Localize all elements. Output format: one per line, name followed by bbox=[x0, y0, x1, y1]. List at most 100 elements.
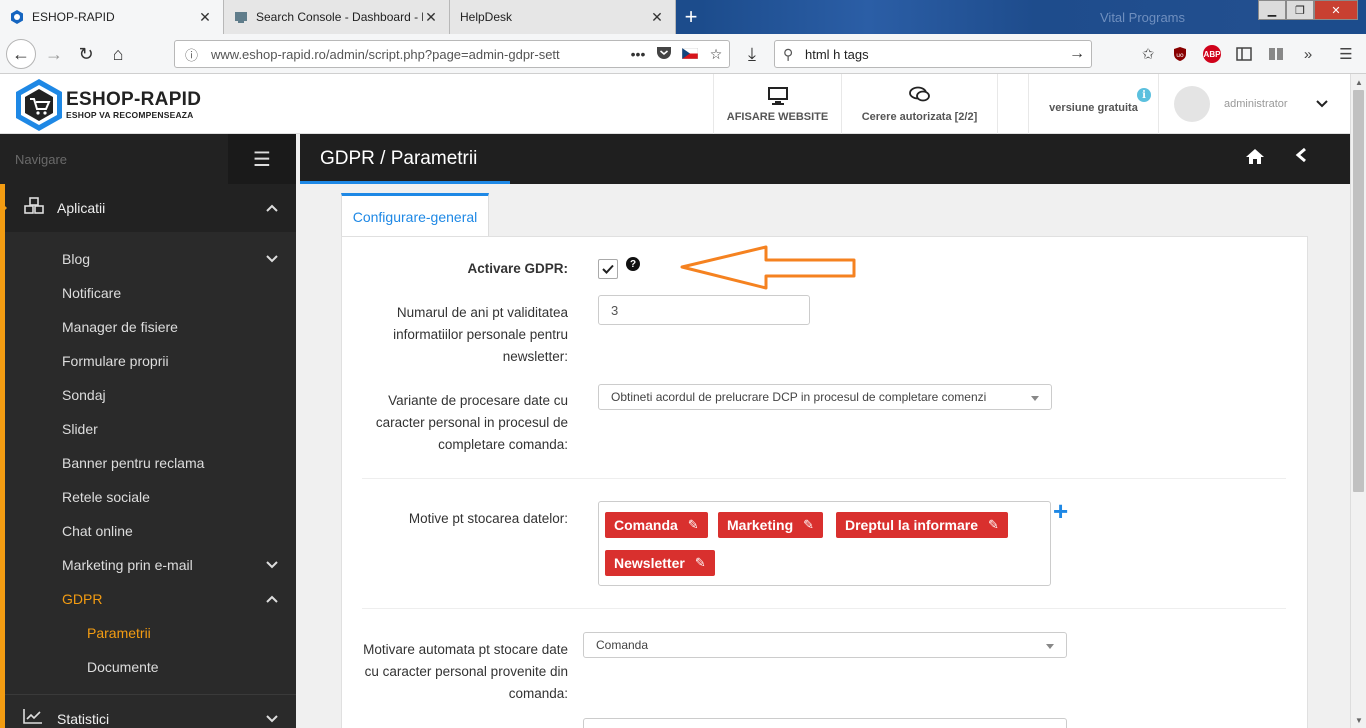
page-scrollbar[interactable]: ▲ ▼ bbox=[1350, 74, 1366, 728]
username: administrator bbox=[1224, 98, 1288, 110]
storage-reasons-tagbox[interactable]: Comanda ✎ Marketing ✎ Dreptul la informa… bbox=[598, 501, 1051, 586]
caret-down-icon bbox=[1046, 644, 1054, 649]
reason-tag[interactable]: Dreptul la informare ✎ bbox=[836, 512, 1008, 538]
forward-arrow-icon[interactable]: → bbox=[40, 40, 68, 68]
tab-general-config[interactable]: Configurare-general bbox=[341, 193, 489, 237]
maximize-icon[interactable]: ❐ bbox=[1286, 0, 1314, 20]
select-value: Obtineti acordul de prelucrare DCP in pr… bbox=[611, 390, 987, 404]
site-info-icon[interactable]: ⓘ bbox=[185, 45, 201, 64]
sidebar-item-label: Banner pentru reclama bbox=[62, 455, 205, 471]
activate-gdpr-checkbox[interactable] bbox=[598, 259, 618, 279]
browser-tab-helpdesk[interactable]: HelpDesk ✕ bbox=[450, 0, 676, 34]
pencil-icon[interactable]: ✎ bbox=[688, 517, 699, 533]
download-icon[interactable]: ⤓ bbox=[738, 40, 766, 68]
logo[interactable]: ESHOP-RAPID ESHOP VA RECOMPENSEAZA bbox=[14, 78, 201, 132]
app-header: ESHOP-RAPID ESHOP VA RECOMPENSEAZA AFISA… bbox=[0, 74, 1350, 134]
version-box: versiune gratuita i bbox=[1028, 74, 1158, 134]
hamburger-icon[interactable]: ☰ bbox=[228, 134, 296, 184]
eshop-favicon-icon bbox=[10, 10, 24, 24]
processing-variants-select[interactable]: Obtineti acordul de prelucrare DCP in pr… bbox=[598, 384, 1052, 410]
reason-tag[interactable]: Comanda ✎ bbox=[605, 512, 708, 538]
sidebar-item-chat-online[interactable]: Chat online bbox=[62, 514, 296, 548]
home-icon[interactable]: ⌂ bbox=[104, 40, 132, 68]
sidebar-toggle-icon[interactable] bbox=[1232, 42, 1256, 66]
reason-tag[interactable]: Newsletter ✎ bbox=[605, 550, 715, 576]
close-icon[interactable]: ✕ bbox=[649, 9, 665, 26]
label-line: Variante de procesare date cu bbox=[388, 393, 568, 408]
home-icon[interactable] bbox=[1245, 148, 1265, 170]
add-reason-plus-icon[interactable]: + bbox=[1053, 498, 1068, 524]
bookmarks-star-icon[interactable]: ✩ bbox=[1136, 42, 1160, 66]
bookmark-star-icon[interactable]: ☆ bbox=[703, 46, 729, 63]
adblock-plus-icon[interactable]: ABP bbox=[1203, 45, 1221, 63]
sidebar-item-custom-forms[interactable]: Formulare proprii bbox=[62, 344, 296, 378]
sidebar-item-gdpr[interactable]: GDPR bbox=[62, 582, 296, 616]
info-icon[interactable]: i bbox=[1137, 88, 1151, 102]
sidebar-item-poll[interactable]: Sondaj bbox=[62, 378, 296, 412]
user-menu[interactable]: administrator bbox=[1158, 74, 1350, 134]
annotation-arrow-icon bbox=[680, 245, 856, 290]
minimize-icon[interactable]: ▁ bbox=[1258, 0, 1286, 20]
sidebar: Navigare ☰ Aplicatii Blog Notificare Man… bbox=[0, 134, 296, 728]
sidebar-item-notificare[interactable]: Notificare bbox=[62, 276, 296, 310]
sidebar-section-apps[interactable]: Aplicatii bbox=[0, 184, 296, 232]
search-text[interactable]: html h tags bbox=[805, 47, 1063, 62]
reader-view-icon[interactable] bbox=[1264, 42, 1288, 66]
close-icon[interactable]: ✕ bbox=[197, 9, 213, 26]
url-bar[interactable]: ⓘ www.eshop-rapid.ro/admin/script.php?pa… bbox=[174, 40, 730, 68]
years-validity-input[interactable]: 3 bbox=[598, 295, 810, 325]
scrollbar-thumb[interactable] bbox=[1353, 90, 1364, 492]
browser-tab-eshop[interactable]: ESHOP-RAPID ✕ bbox=[0, 0, 224, 34]
sidebar-item-label: Notificare bbox=[62, 285, 122, 301]
content-title-bar: GDPR / Parametrii bbox=[300, 134, 1350, 184]
sidebar-section-label: Aplicatii bbox=[57, 200, 106, 216]
url-text[interactable]: www.eshop-rapid.ro/admin/script.php?page… bbox=[211, 47, 625, 62]
auto-reason-select[interactable]: Comanda bbox=[583, 632, 1067, 658]
search-go-arrow-icon[interactable]: → bbox=[1063, 45, 1091, 63]
view-website-button[interactable]: AFISARE WEBSITE bbox=[713, 74, 841, 134]
window-close-icon[interactable]: ✕ bbox=[1314, 0, 1358, 20]
back-chevron-icon[interactable] bbox=[1295, 146, 1307, 169]
sidebar-item-social-networks[interactable]: Retele sociale bbox=[62, 480, 296, 514]
pocket-icon[interactable] bbox=[651, 46, 677, 63]
label-line: Motivare automata pt stocare date bbox=[363, 642, 568, 657]
activate-gdpr-label: Activare GDPR: bbox=[467, 261, 568, 276]
next-select-partial[interactable] bbox=[583, 718, 1067, 728]
search-console-favicon-icon bbox=[234, 10, 248, 24]
menu-hamburger-icon[interactable]: ☰ bbox=[1334, 42, 1358, 66]
sidebar-subitem-documente[interactable]: Documente bbox=[87, 650, 159, 684]
label-line: completare comanda: bbox=[438, 437, 568, 452]
auth-requests-button[interactable]: Cerere autorizata [2/2] bbox=[841, 74, 997, 134]
new-tab-icon[interactable]: + bbox=[676, 0, 706, 34]
scroll-down-icon[interactable]: ▼ bbox=[1351, 712, 1366, 728]
sidebar-item-ad-banner[interactable]: Banner pentru reclama bbox=[62, 446, 296, 480]
chevron-up-icon bbox=[266, 201, 296, 215]
back-arrow-icon[interactable]: ← bbox=[6, 39, 36, 69]
auto-reason-label: Motivare automata pt stocare date cu car… bbox=[338, 639, 568, 705]
sidebar-item-slider[interactable]: Slider bbox=[62, 412, 296, 446]
years-validity-label: Numarul de ani pt validitatea informatii… bbox=[338, 302, 568, 368]
reload-icon[interactable]: ↻ bbox=[72, 40, 100, 68]
overflow-chevron-icon[interactable]: » bbox=[1296, 42, 1320, 66]
sidebar-item-blog[interactable]: Blog bbox=[62, 242, 296, 276]
sidebar-item-label: GDPR bbox=[62, 591, 103, 607]
search-bar[interactable]: ⚲ html h tags → bbox=[774, 40, 1092, 68]
pencil-icon[interactable]: ✎ bbox=[695, 555, 706, 571]
sidebar-section-stats[interactable]: Statistici bbox=[5, 694, 296, 728]
browser-tab-search-console[interactable]: Search Console - Dashboard - h ✕ bbox=[224, 0, 450, 34]
scroll-up-icon[interactable]: ▲ bbox=[1351, 74, 1366, 90]
chevron-down-icon[interactable] bbox=[1316, 97, 1336, 111]
logo-cart-icon bbox=[16, 79, 62, 131]
sidebar-item-file-manager[interactable]: Manager de fisiere bbox=[62, 310, 296, 344]
reason-tag[interactable]: Marketing ✎ bbox=[718, 512, 824, 538]
label-line: informatiilor personale pentru bbox=[393, 327, 568, 342]
help-question-icon[interactable]: ? bbox=[626, 257, 640, 271]
more-dots-icon[interactable]: ••• bbox=[625, 46, 651, 62]
pencil-icon[interactable]: ✎ bbox=[988, 517, 999, 533]
pencil-icon[interactable]: ✎ bbox=[803, 517, 814, 533]
line-chart-icon bbox=[23, 708, 47, 728]
close-icon[interactable]: ✕ bbox=[423, 9, 439, 26]
sidebar-item-email-marketing[interactable]: Marketing prin e-mail bbox=[62, 548, 296, 582]
sidebar-subitem-parametrii[interactable]: Parametrii bbox=[87, 616, 151, 650]
ublock-icon[interactable]: uo bbox=[1168, 42, 1192, 66]
